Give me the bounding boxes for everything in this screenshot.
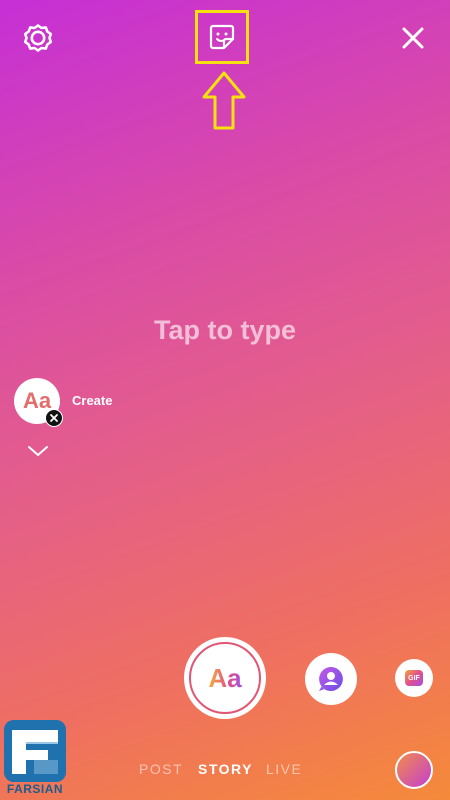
- tab-live[interactable]: LIVE: [266, 761, 302, 777]
- farsian-logo-icon: [4, 720, 66, 782]
- gif-label: GIF: [408, 674, 420, 682]
- create-avatar-text: Aa: [22, 388, 52, 413]
- gif-button[interactable]: GIF: [395, 659, 433, 697]
- shutter-text: Aa: [208, 662, 242, 693]
- close-icon: [50, 414, 58, 422]
- watermark-brand: FARSIAN: [6, 782, 64, 796]
- shutter-button[interactable]: Aa: [184, 637, 266, 719]
- gallery-thumbnail-button[interactable]: [395, 751, 433, 789]
- chevron-down-icon: [28, 446, 48, 456]
- create-label[interactable]: Create: [72, 393, 112, 408]
- mention-button[interactable]: [305, 653, 357, 705]
- expand-button[interactable]: [27, 444, 49, 458]
- shutter-inner-ring: Aa: [189, 642, 261, 714]
- gear-icon: [23, 24, 53, 52]
- farsian-logo: [4, 720, 66, 782]
- tab-story[interactable]: STORY: [198, 761, 253, 777]
- sticker-icon: [209, 24, 235, 50]
- sticker-button[interactable]: [195, 10, 249, 64]
- tab-post[interactable]: POST: [139, 761, 183, 777]
- close-icon: [402, 27, 424, 49]
- settings-button[interactable]: [20, 20, 56, 56]
- close-button[interactable]: [396, 21, 430, 55]
- up-arrow-annotation-icon: [202, 71, 246, 130]
- mention-icon: [319, 667, 343, 691]
- remove-create-button[interactable]: [45, 409, 63, 427]
- tap-to-type-prompt[interactable]: Tap to type: [0, 315, 450, 346]
- gif-icon: GIF: [405, 670, 423, 686]
